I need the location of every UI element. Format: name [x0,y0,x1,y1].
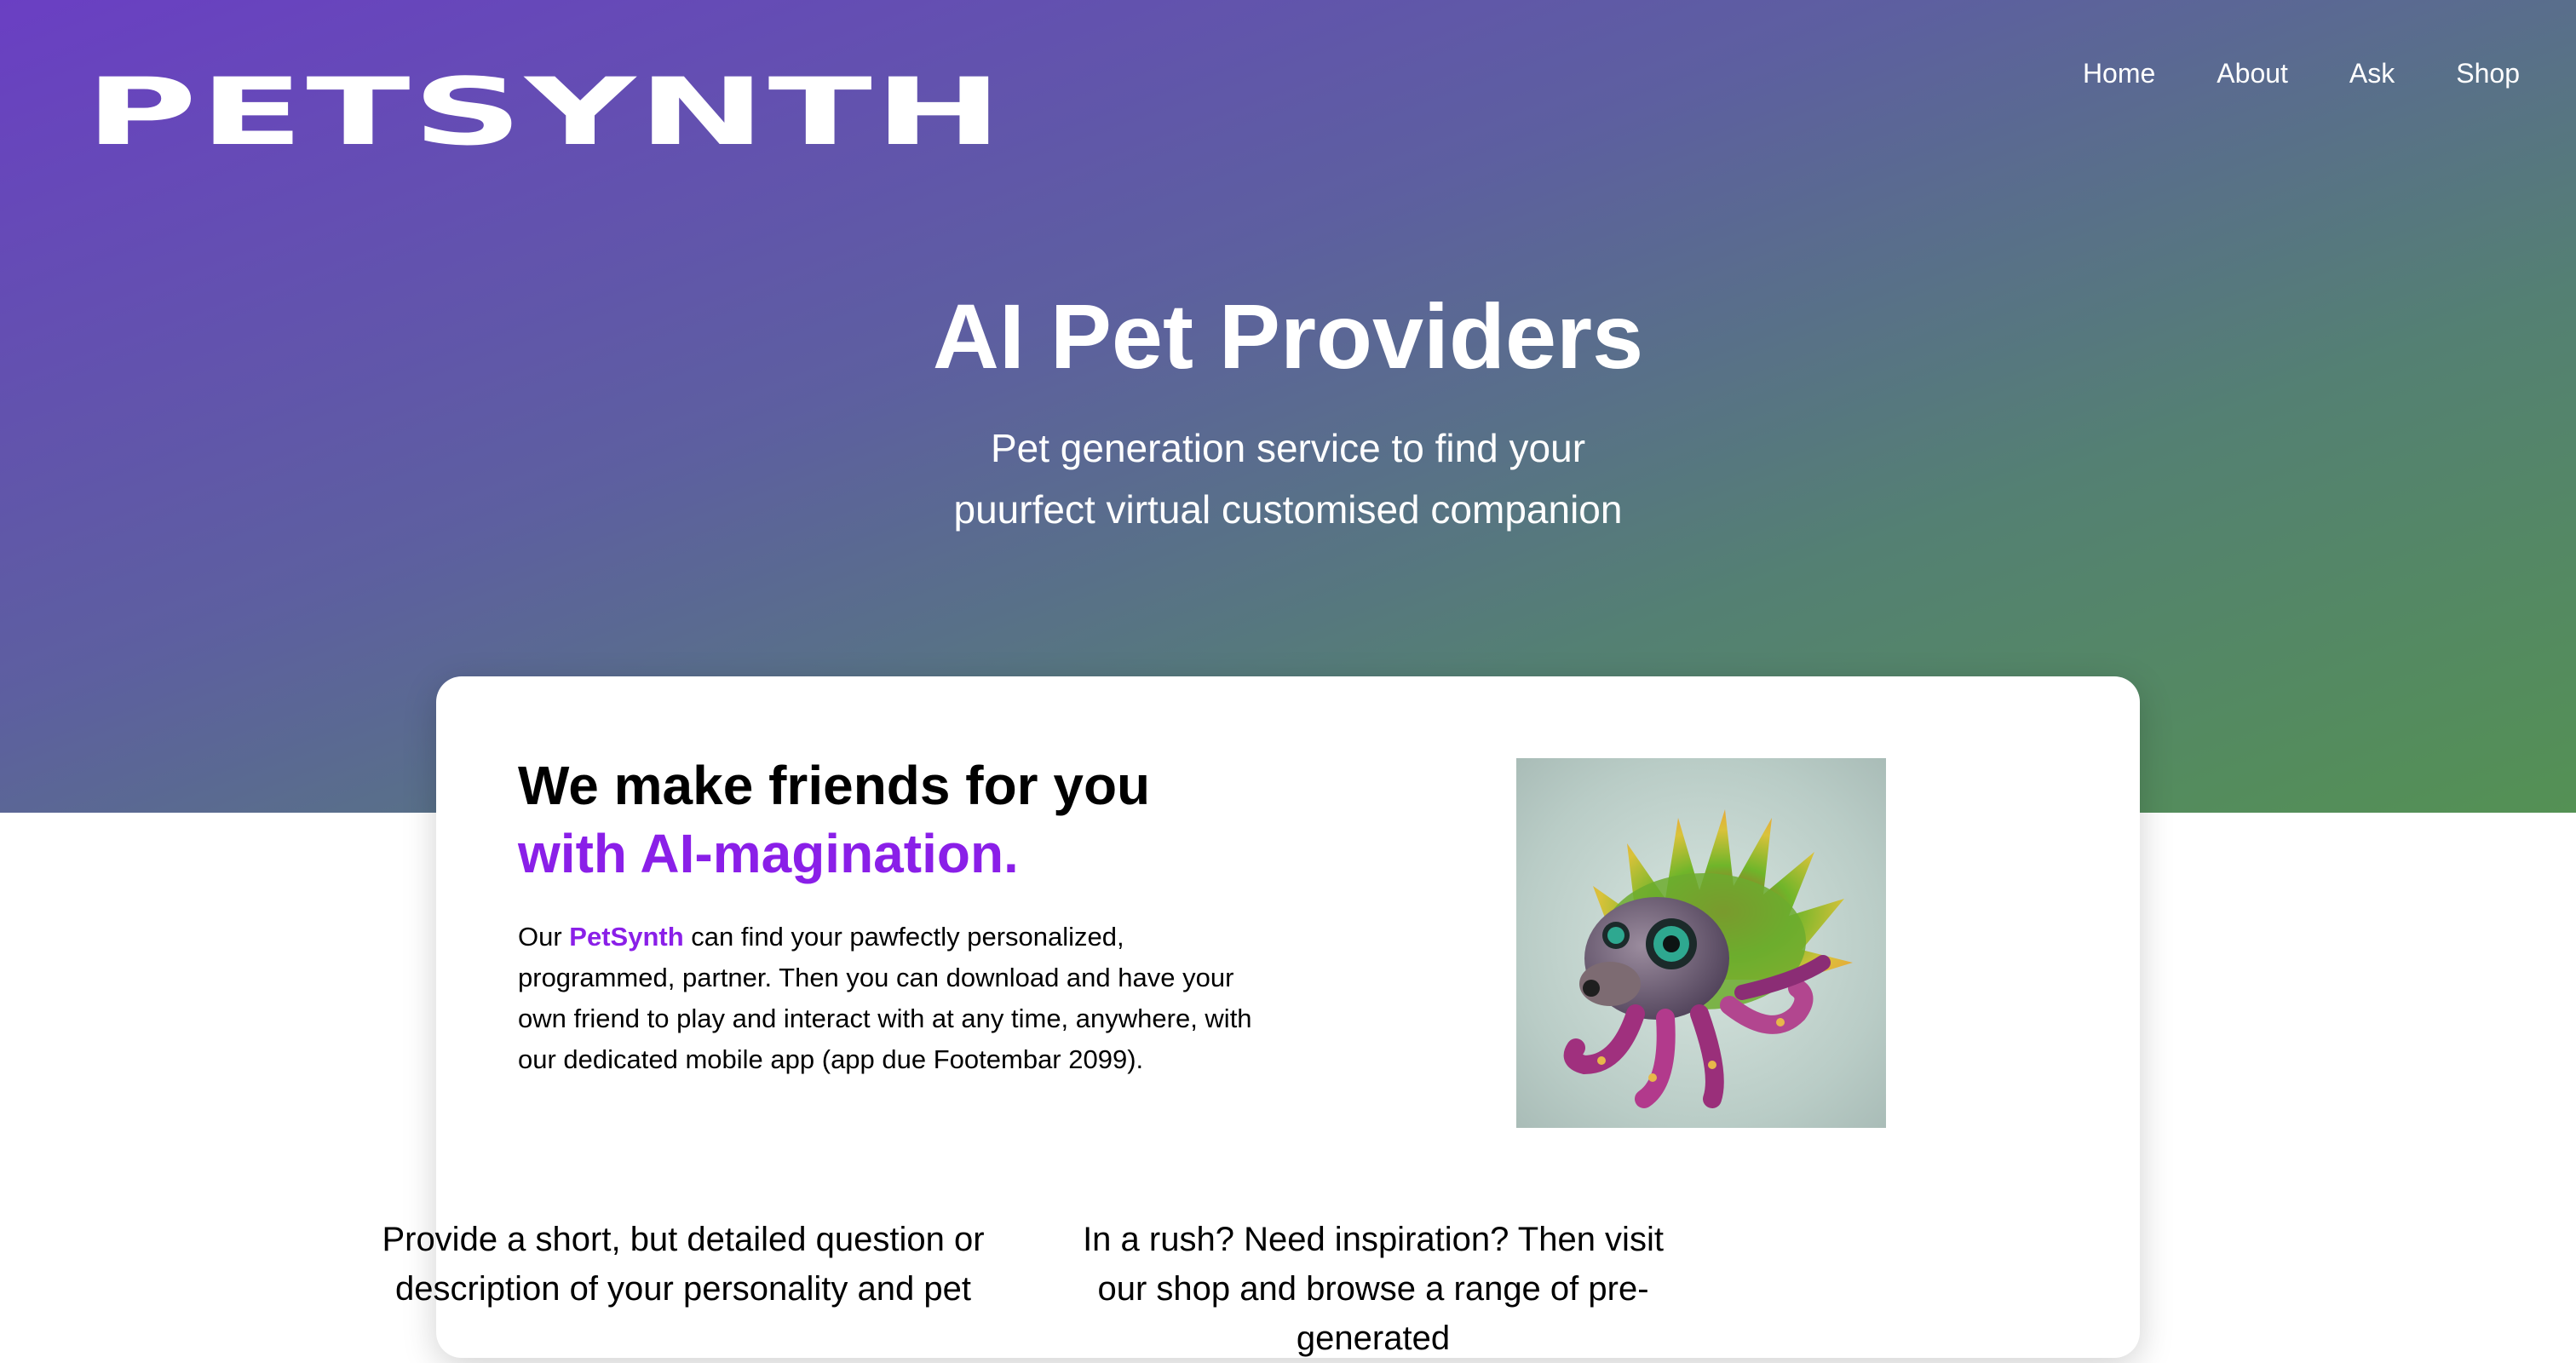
ask-description: Provide a short, but detailed question o… [382,1221,985,1308]
nav-ask[interactable]: Ask [2349,55,2395,92]
nav-about[interactable]: About [2217,55,2288,92]
shop-description: In a rush? Need inspiration? Then visit … [1083,1221,1664,1357]
intro-brand-name: PetSynth [569,922,684,952]
hero-title: AI Pet Providers [932,285,1644,388]
site-logo[interactable]: PETSYNTH [85,66,1004,159]
intro-heading-line1: We make friends for you [518,755,1151,816]
pet-illustration-image [1516,758,1886,1128]
nav-home[interactable]: Home [2083,55,2155,92]
intro-body: Our PetSynth can find your pawfectly per… [518,917,1268,1080]
intro-heading-accent: with AI-magination. [518,823,1019,884]
pet-octopus-hedgehog-icon [1563,809,1853,1108]
intro-body-prefix: Our [518,922,570,952]
nav-shop[interactable]: Shop [2456,55,2520,92]
main-nav: Home About Ask Shop [2021,55,2520,92]
hero-subtitle: Pet generation service to find your puur… [953,426,1623,532]
intro-card: We make friends for you with AI-maginati… [382,676,2140,1358]
intro-heading: We make friends for you with AI-maginati… [518,751,1150,888]
